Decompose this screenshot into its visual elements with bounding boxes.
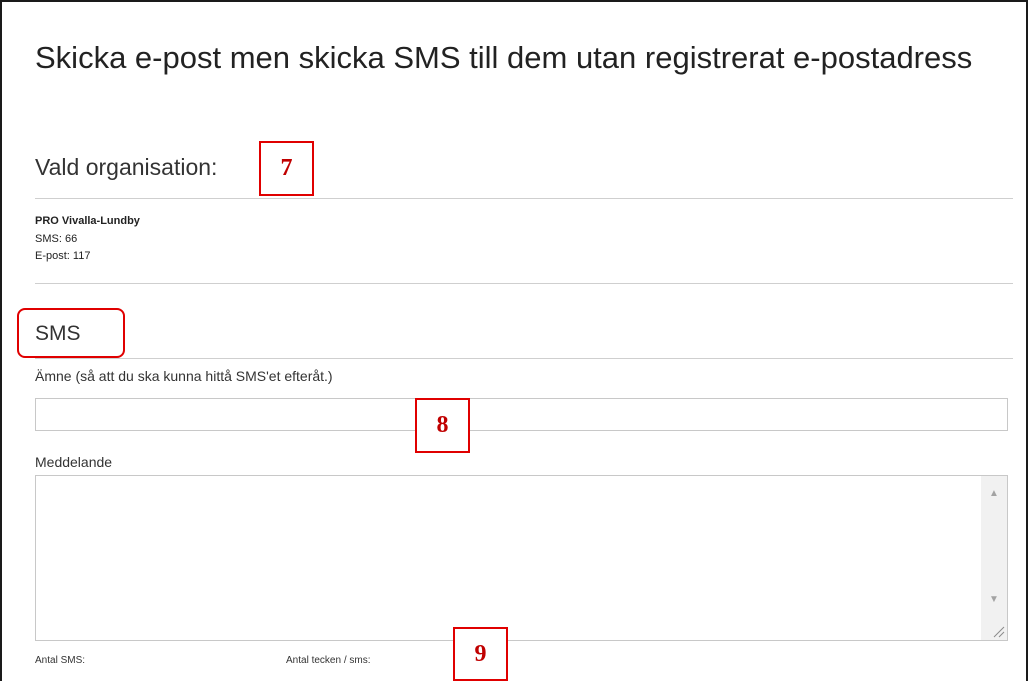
message-scrollbar[interactable]: ▲ ▼ xyxy=(981,476,1007,640)
annotation-marker-8: 8 xyxy=(415,398,470,453)
resize-grip-icon[interactable] xyxy=(991,624,1005,638)
triangle-up-icon[interactable]: ▲ xyxy=(981,480,1007,506)
subject-label: Ämne (så att du ska kunna hittå SMS'et e… xyxy=(35,368,333,384)
divider xyxy=(35,358,1013,359)
subject-input[interactable] xyxy=(35,398,1008,431)
triangle-down-icon[interactable]: ▼ xyxy=(981,586,1007,612)
divider xyxy=(35,198,1013,199)
message-label: Meddelande xyxy=(35,454,113,470)
organisation-email-count: E-post: 117 xyxy=(35,250,91,262)
sms-count-label: Antal SMS: xyxy=(35,655,86,666)
message-field-container: ▲ ▼ xyxy=(35,475,1008,641)
annotation-marker-9: 9 xyxy=(453,627,508,681)
annotation-marker-7: 7 xyxy=(259,141,314,196)
organisation-heading: Vald organisation: xyxy=(35,154,218,180)
organisation-sms-count: SMS: 66 xyxy=(35,233,78,245)
message-textarea[interactable] xyxy=(36,476,982,640)
divider xyxy=(35,283,1013,284)
organisation-name: PRO Vivalla-Lundby xyxy=(35,215,140,227)
chars-per-sms-label: Antal tecken / sms: xyxy=(286,655,371,666)
annotation-highlight-sms xyxy=(17,308,125,358)
page-title: Skicka e-post men skicka SMS till dem ut… xyxy=(35,40,973,75)
